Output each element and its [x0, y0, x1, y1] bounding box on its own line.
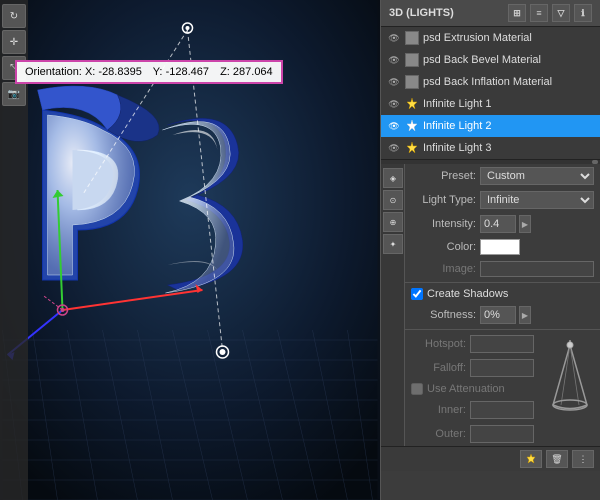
item-label: psd Back Bevel Material: [423, 54, 594, 66]
list-item[interactable]: 👁 psd Extrusion Material: [381, 27, 600, 49]
outer-label: Outer:: [411, 428, 466, 440]
item-label: Infinite Light 3: [423, 142, 594, 154]
properties-panel: ◈ ⊙ ⊕ ✦ Preset: Custom: [381, 164, 600, 500]
prop-tool-4[interactable]: ✦: [383, 234, 403, 254]
falloff-input: [470, 359, 534, 377]
visibility-icon[interactable]: 👁: [387, 141, 401, 155]
more-options-button[interactable]: ⋮: [572, 450, 594, 468]
create-shadows-checkbox[interactable]: [411, 288, 423, 300]
preset-row: Preset: Custom: [405, 164, 600, 188]
item-label: psd Extrusion Material: [423, 32, 594, 44]
create-shadows-label: Create Shadows: [427, 288, 508, 300]
z-label: Z:: [220, 66, 230, 78]
image-row: Image:: [405, 258, 600, 280]
preset-select[interactable]: Custom: [480, 167, 594, 185]
x-label: X:: [85, 66, 95, 78]
intensity-slider-container: ▶: [480, 215, 594, 233]
color-swatch[interactable]: [480, 239, 520, 255]
item-label: Infinite Light 2: [423, 120, 594, 132]
outer-row: Outer:: [405, 422, 540, 446]
visibility-icon[interactable]: 👁: [387, 97, 401, 111]
hotspot-label: Hotspot:: [411, 338, 466, 350]
falloff-row: Falloff:: [405, 356, 540, 380]
inner-label: Inner:: [411, 404, 466, 416]
z-value: 287.064: [233, 66, 273, 78]
item-thumbnail: [405, 53, 419, 67]
item-thumbnail: [405, 75, 419, 89]
softness-input[interactable]: [480, 306, 516, 324]
color-row: Color:: [405, 236, 600, 258]
outer-input: [470, 425, 534, 443]
right-panel: 3D (LIGHTS) ⊞ ≡ ▽ ℹ 👁 psd Extrusion Mate…: [380, 0, 600, 500]
panel-title: 3D (LIGHTS): [389, 7, 454, 19]
intensity-arrow[interactable]: ▶: [519, 215, 531, 233]
panel-header: 3D (LIGHTS) ⊞ ≡ ▽ ℹ: [381, 0, 600, 27]
light-type-select[interactable]: Infinite: [480, 191, 594, 209]
y-value: -128.467: [166, 66, 209, 78]
panel-header-icons: ⊞ ≡ ▽ ℹ: [508, 4, 592, 22]
softness-row: Softness: ▶: [405, 303, 600, 327]
light-type-row: Light Type: Infinite: [405, 188, 600, 212]
tool-move[interactable]: ✛: [2, 30, 26, 54]
image-input[interactable]: [480, 261, 594, 277]
visibility-icon[interactable]: 👁: [387, 31, 401, 45]
list-item-selected[interactable]: 👁 Infinite Light 2: [381, 115, 600, 137]
canvas-area[interactable]: 思路设计论坛 www.ps教程论坛: [0, 0, 380, 500]
tool-camera[interactable]: 📷: [2, 82, 26, 106]
prop-tool-2[interactable]: ⊙: [383, 190, 403, 210]
list-item[interactable]: 👁 Infinite Light 3: [381, 137, 600, 159]
item-thumbnail: [405, 31, 419, 45]
x-value: -28.8395: [98, 66, 141, 78]
list-item[interactable]: 👁 Infinite Light 1: [381, 93, 600, 115]
use-attenuation-label: Use Attenuation: [427, 383, 505, 395]
softness-label: Softness:: [411, 309, 476, 321]
inner-input: [470, 401, 534, 419]
prop-tool-1[interactable]: ◈: [383, 168, 403, 188]
y-label: Y:: [153, 66, 163, 78]
visibility-icon[interactable]: 👁: [387, 75, 401, 89]
light-icon: [405, 97, 419, 111]
softness-arrow[interactable]: ▶: [519, 306, 531, 324]
visibility-icon[interactable]: 👁: [387, 53, 401, 67]
inner-row: Inner:: [405, 398, 540, 422]
intensity-label: Intensity:: [411, 218, 476, 230]
orientation-box: Orientation: X: -28.8395 Y: -128.467 Z: …: [15, 60, 283, 84]
use-attenuation-row: Use Attenuation: [405, 380, 540, 398]
visibility-icon[interactable]: 👁: [387, 119, 401, 133]
list-item[interactable]: 👁 psd Back Bevel Material: [381, 49, 600, 71]
grid-view-icon[interactable]: ⊞: [508, 4, 526, 22]
use-attenuation-checkbox: [411, 383, 423, 395]
light-type-label: Light Type:: [411, 194, 476, 206]
list-item[interactable]: 👁 psd Back Inflation Material: [381, 71, 600, 93]
intensity-row: Intensity: ▶: [405, 212, 600, 236]
softness-slider-container: ▶: [480, 306, 594, 324]
add-light-button[interactable]: [520, 450, 542, 468]
create-shadows-row[interactable]: Create Shadows: [405, 285, 600, 303]
preset-label: Preset:: [411, 170, 476, 182]
image-label: Image:: [411, 263, 476, 275]
list-view-icon[interactable]: ≡: [530, 4, 548, 22]
intensity-input[interactable]: [480, 215, 516, 233]
hotspot-row: Hotspot:: [405, 332, 540, 356]
info-icon[interactable]: ℹ: [574, 4, 592, 22]
delete-light-button[interactable]: 🗑: [546, 450, 568, 468]
color-label: Color:: [411, 241, 476, 253]
orientation-label: Orientation:: [25, 66, 82, 78]
item-label: psd Back Inflation Material: [423, 76, 594, 88]
light-icon: [405, 119, 419, 133]
bottom-toolbar: 🗑 ⋮: [381, 446, 600, 471]
prop-tool-3[interactable]: ⊕: [383, 212, 403, 232]
filter-icon[interactable]: ▽: [552, 4, 570, 22]
item-label: Infinite Light 1: [423, 98, 594, 110]
falloff-label: Falloff:: [411, 362, 466, 374]
hotspot-input: [470, 335, 534, 353]
light-icon: [405, 141, 419, 155]
scene-list: 👁 psd Extrusion Material 👁 psd Back Beve…: [381, 27, 600, 160]
tool-rotate[interactable]: ↻: [2, 4, 26, 28]
light-cone-illustration: [540, 332, 600, 423]
